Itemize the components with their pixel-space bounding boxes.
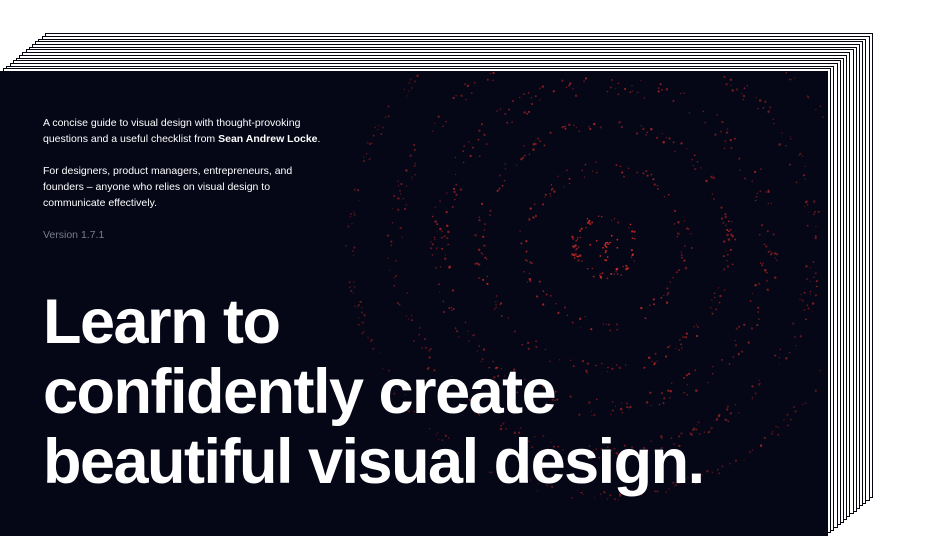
intro-paragraph: A concise guide to visual design with th… xyxy=(43,115,323,147)
book-illustration: A concise guide to visual design with th… xyxy=(0,0,940,536)
headline-line-3: beautiful visual design. xyxy=(43,427,705,497)
intro-text: A concise guide to visual design with th… xyxy=(43,115,323,243)
version-label: Version 1.7.1 xyxy=(43,229,105,241)
book-cover: A concise guide to visual design with th… xyxy=(0,71,828,536)
headline-line-1: Learn to xyxy=(43,287,281,357)
author-name: Sean Andrew Locke xyxy=(218,133,318,145)
audience-paragraph: For designers, product managers, entrepr… xyxy=(43,165,293,209)
author-suffix: . xyxy=(317,133,321,145)
headline-line-2: confidently create xyxy=(43,357,557,427)
headline: Learn to confidently create beautiful vi… xyxy=(43,287,705,497)
